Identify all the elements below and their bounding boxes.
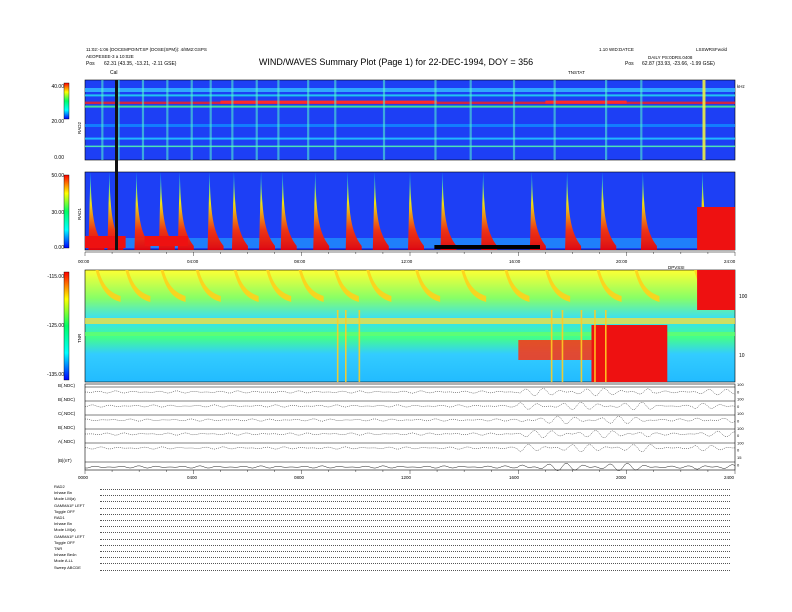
mag-right-tick-0: 100 (737, 382, 744, 387)
mag-right-tick-5: 0 (737, 419, 740, 424)
rad2-burst-16 (605, 80, 608, 160)
footer-row-4: Toggle OFF (54, 508, 75, 514)
tnr-spike-2 (358, 310, 361, 382)
footer-dotline-10 (100, 551, 730, 552)
rad2-red-band-a (220, 100, 438, 104)
mag-right-tick-4: 100 (737, 411, 744, 416)
footer-dotline-7 (100, 532, 730, 534)
tnr-yellow-band (85, 318, 735, 324)
footer-row-7: Mode LM(a) (54, 527, 76, 533)
rad2-burst-7 (255, 80, 258, 160)
footer-row-12: Mode A.LL (54, 558, 74, 564)
mag-right-tick-10: 15 (737, 455, 742, 460)
rad2-red-band-b (545, 100, 627, 104)
footer-row-9: Toggle OFF (54, 539, 75, 545)
tnr-spike-3 (550, 310, 553, 382)
rad2-burst-4 (190, 80, 193, 160)
footer-dotline-13 (100, 569, 730, 571)
footer-dotline-4 (100, 513, 730, 515)
mag-panel-frame (84, 383, 736, 471)
footer-dotline-12 (100, 563, 730, 565)
footer-dotline-11 (100, 557, 730, 559)
mag-right-tick-1: 0 (737, 389, 740, 394)
rad2-burst-11 (382, 80, 386, 160)
rad2-burst-6 (231, 80, 234, 160)
tnr-spike-1 (345, 310, 347, 382)
rad2-band-0 (85, 88, 735, 92)
tnr-red-region (591, 325, 668, 382)
rad2-burst-strong (702, 80, 706, 160)
tnr-spike-7 (605, 310, 607, 382)
mag-right-tick-2: 100 (737, 397, 744, 402)
cal-line-upper (115, 80, 118, 250)
footer-dotline-8 (100, 538, 730, 540)
footer-row-2: Mode LM(a) (54, 496, 76, 502)
tnr-red-region-b (518, 340, 592, 360)
rad2-burst-8 (277, 80, 280, 160)
footer-dotline-5 (100, 520, 730, 521)
mag-right-tick-7: 0 (737, 433, 740, 438)
rad2-burst-2 (141, 80, 145, 160)
footer-row-6: Inhase Bn (54, 521, 73, 527)
colorbar-1 (63, 174, 70, 249)
rad2-burst-0 (101, 80, 104, 160)
rad2-band-4 (85, 124, 735, 127)
rad1-red-patch-0 (85, 236, 126, 248)
footer-row-0: RAD2 (54, 484, 65, 489)
rad2-band-6 (85, 145, 735, 148)
footer-dotline-2 (100, 501, 730, 503)
footer-row-13: Sweep ABCDE (54, 564, 81, 570)
rad2-burst-17 (640, 80, 643, 160)
footer-row-1: Inhase Bn (54, 490, 73, 496)
rad2-burst-9 (307, 80, 310, 160)
rad2-burst-14 (512, 80, 516, 160)
colorbar-2 (63, 271, 70, 381)
rad2-burst-3 (166, 80, 169, 160)
footer-row-8: GAMMA1F LEFT (54, 533, 85, 539)
rad2-band-1 (85, 94, 735, 97)
footer-row-10: TNR (54, 546, 63, 551)
rad2-burst-10 (334, 80, 337, 160)
colorbar-0 (63, 82, 70, 120)
rad2-burst-15 (553, 80, 556, 160)
rad1-red-patch-storm (697, 207, 735, 250)
footer-row-11: Inhase Be4n (54, 552, 77, 558)
mag-right-tick-11: 0 (737, 462, 740, 467)
footer-dotline-3 (100, 507, 730, 509)
mag-right-tick-9: 0 (737, 448, 740, 453)
rad1-dark-gap (434, 245, 540, 249)
mag-right-tick-8: 100 (737, 440, 744, 445)
rad2-band-3 (85, 105, 735, 108)
footer-row-5: RAD1 (54, 515, 65, 520)
tnr-red-storm (697, 270, 735, 310)
rad2-burst-12 (434, 80, 437, 160)
footer-dotline-9 (100, 544, 730, 546)
footer-dotline-0 (100, 489, 730, 490)
rad1-red-patch-1 (144, 236, 188, 246)
footer-row-3: GAMMA1F LEFT (54, 502, 85, 508)
mag-right-tick-6: 100 (737, 426, 744, 431)
rad2-burst-13 (469, 80, 472, 160)
tnr-spike-6 (594, 310, 596, 382)
tnr-spike-4 (561, 310, 564, 382)
footer-dotline-1 (100, 495, 730, 497)
rad2-band-5 (85, 137, 735, 140)
tnr-spike-0 (336, 310, 339, 382)
footer-dotline-6 (100, 526, 730, 528)
tnr-spike-5 (580, 310, 583, 382)
mag-right-tick-3: 0 (737, 404, 740, 409)
rad2-burst-5 (209, 80, 212, 160)
